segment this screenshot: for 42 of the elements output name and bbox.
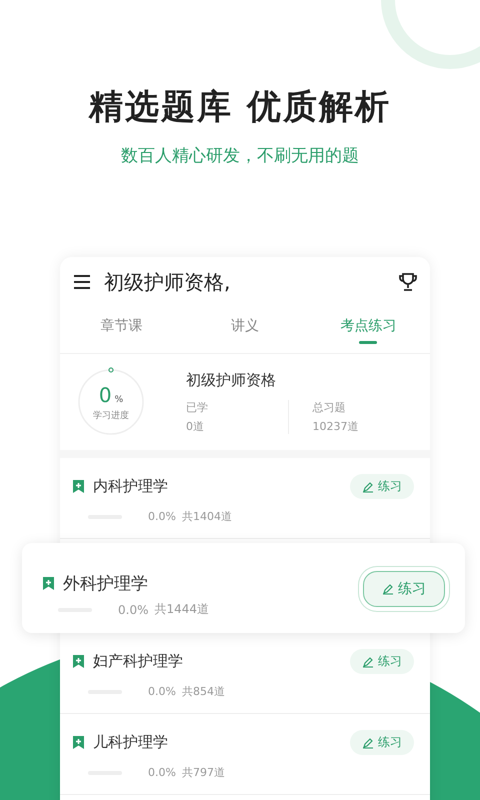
progress-percent: 0.0% (118, 602, 148, 616)
chapter-name: 外科护理学 (63, 572, 149, 594)
question-count: 共854道 (182, 684, 225, 699)
subtitle: 数百人精心研发，不刷无用的题 (120, 145, 360, 167)
headline: 精选题库 优质解析 (87, 86, 392, 129)
stat-value: 10237道 (312, 418, 360, 434)
chapter-name: 儿科护理学 (93, 733, 169, 752)
tab[interactable]: 章节课 (60, 307, 184, 353)
stat-value: 0道 (186, 418, 205, 434)
progress-label: 学习进度 (93, 410, 129, 422)
header-title: 初级护师资格, (104, 268, 232, 296)
progress-percent: 0.0% (148, 766, 176, 779)
pencil-icon (362, 736, 374, 748)
highlighted-row[interactable]: 外科护理学 练习 0.0% 共1444道 (22, 543, 465, 633)
chapter-name: 妇产科护理学 (93, 652, 184, 671)
bookmark-icon (72, 735, 85, 750)
progress-percent: 0.0% (148, 685, 176, 698)
bookmark-icon (72, 654, 85, 669)
chapter-row[interactable]: 内科护理学 练习 0.0% 共1404道 (60, 458, 430, 539)
practice-button[interactable]: 练习 (350, 474, 414, 499)
practice-button[interactable]: 练习 (350, 649, 414, 674)
chapter-name: 内科护理学 (93, 477, 169, 496)
bookmark-icon (42, 576, 55, 590)
tab[interactable]: 讲义 (183, 307, 307, 353)
bookmark-icon (72, 479, 85, 494)
pencil-icon (362, 480, 374, 492)
course-title: 初级护师资格 (186, 370, 277, 390)
progress-value: 0% (98, 382, 124, 406)
stat-label: 已学 (186, 400, 209, 414)
pencil-icon (362, 656, 374, 668)
pencil-icon (382, 583, 394, 595)
trophy-icon[interactable] (398, 272, 418, 292)
question-count: 共1404道 (182, 509, 232, 524)
chapter-row[interactable]: 妇产科护理学 练习 0.0% 共854道 (60, 633, 430, 714)
menu-icon[interactable] (74, 275, 90, 289)
tab[interactable]: 考点练习 (306, 307, 430, 353)
question-count: 共797道 (182, 765, 225, 780)
stat-label: 总习题 (312, 400, 346, 414)
question-count: 共1444道 (154, 601, 210, 618)
practice-button[interactable]: 练习 (350, 730, 414, 755)
chapter-row[interactable]: 儿科护理学 练习 0.0% 共797道 (60, 714, 430, 795)
progress-percent: 0.0% (148, 510, 176, 523)
